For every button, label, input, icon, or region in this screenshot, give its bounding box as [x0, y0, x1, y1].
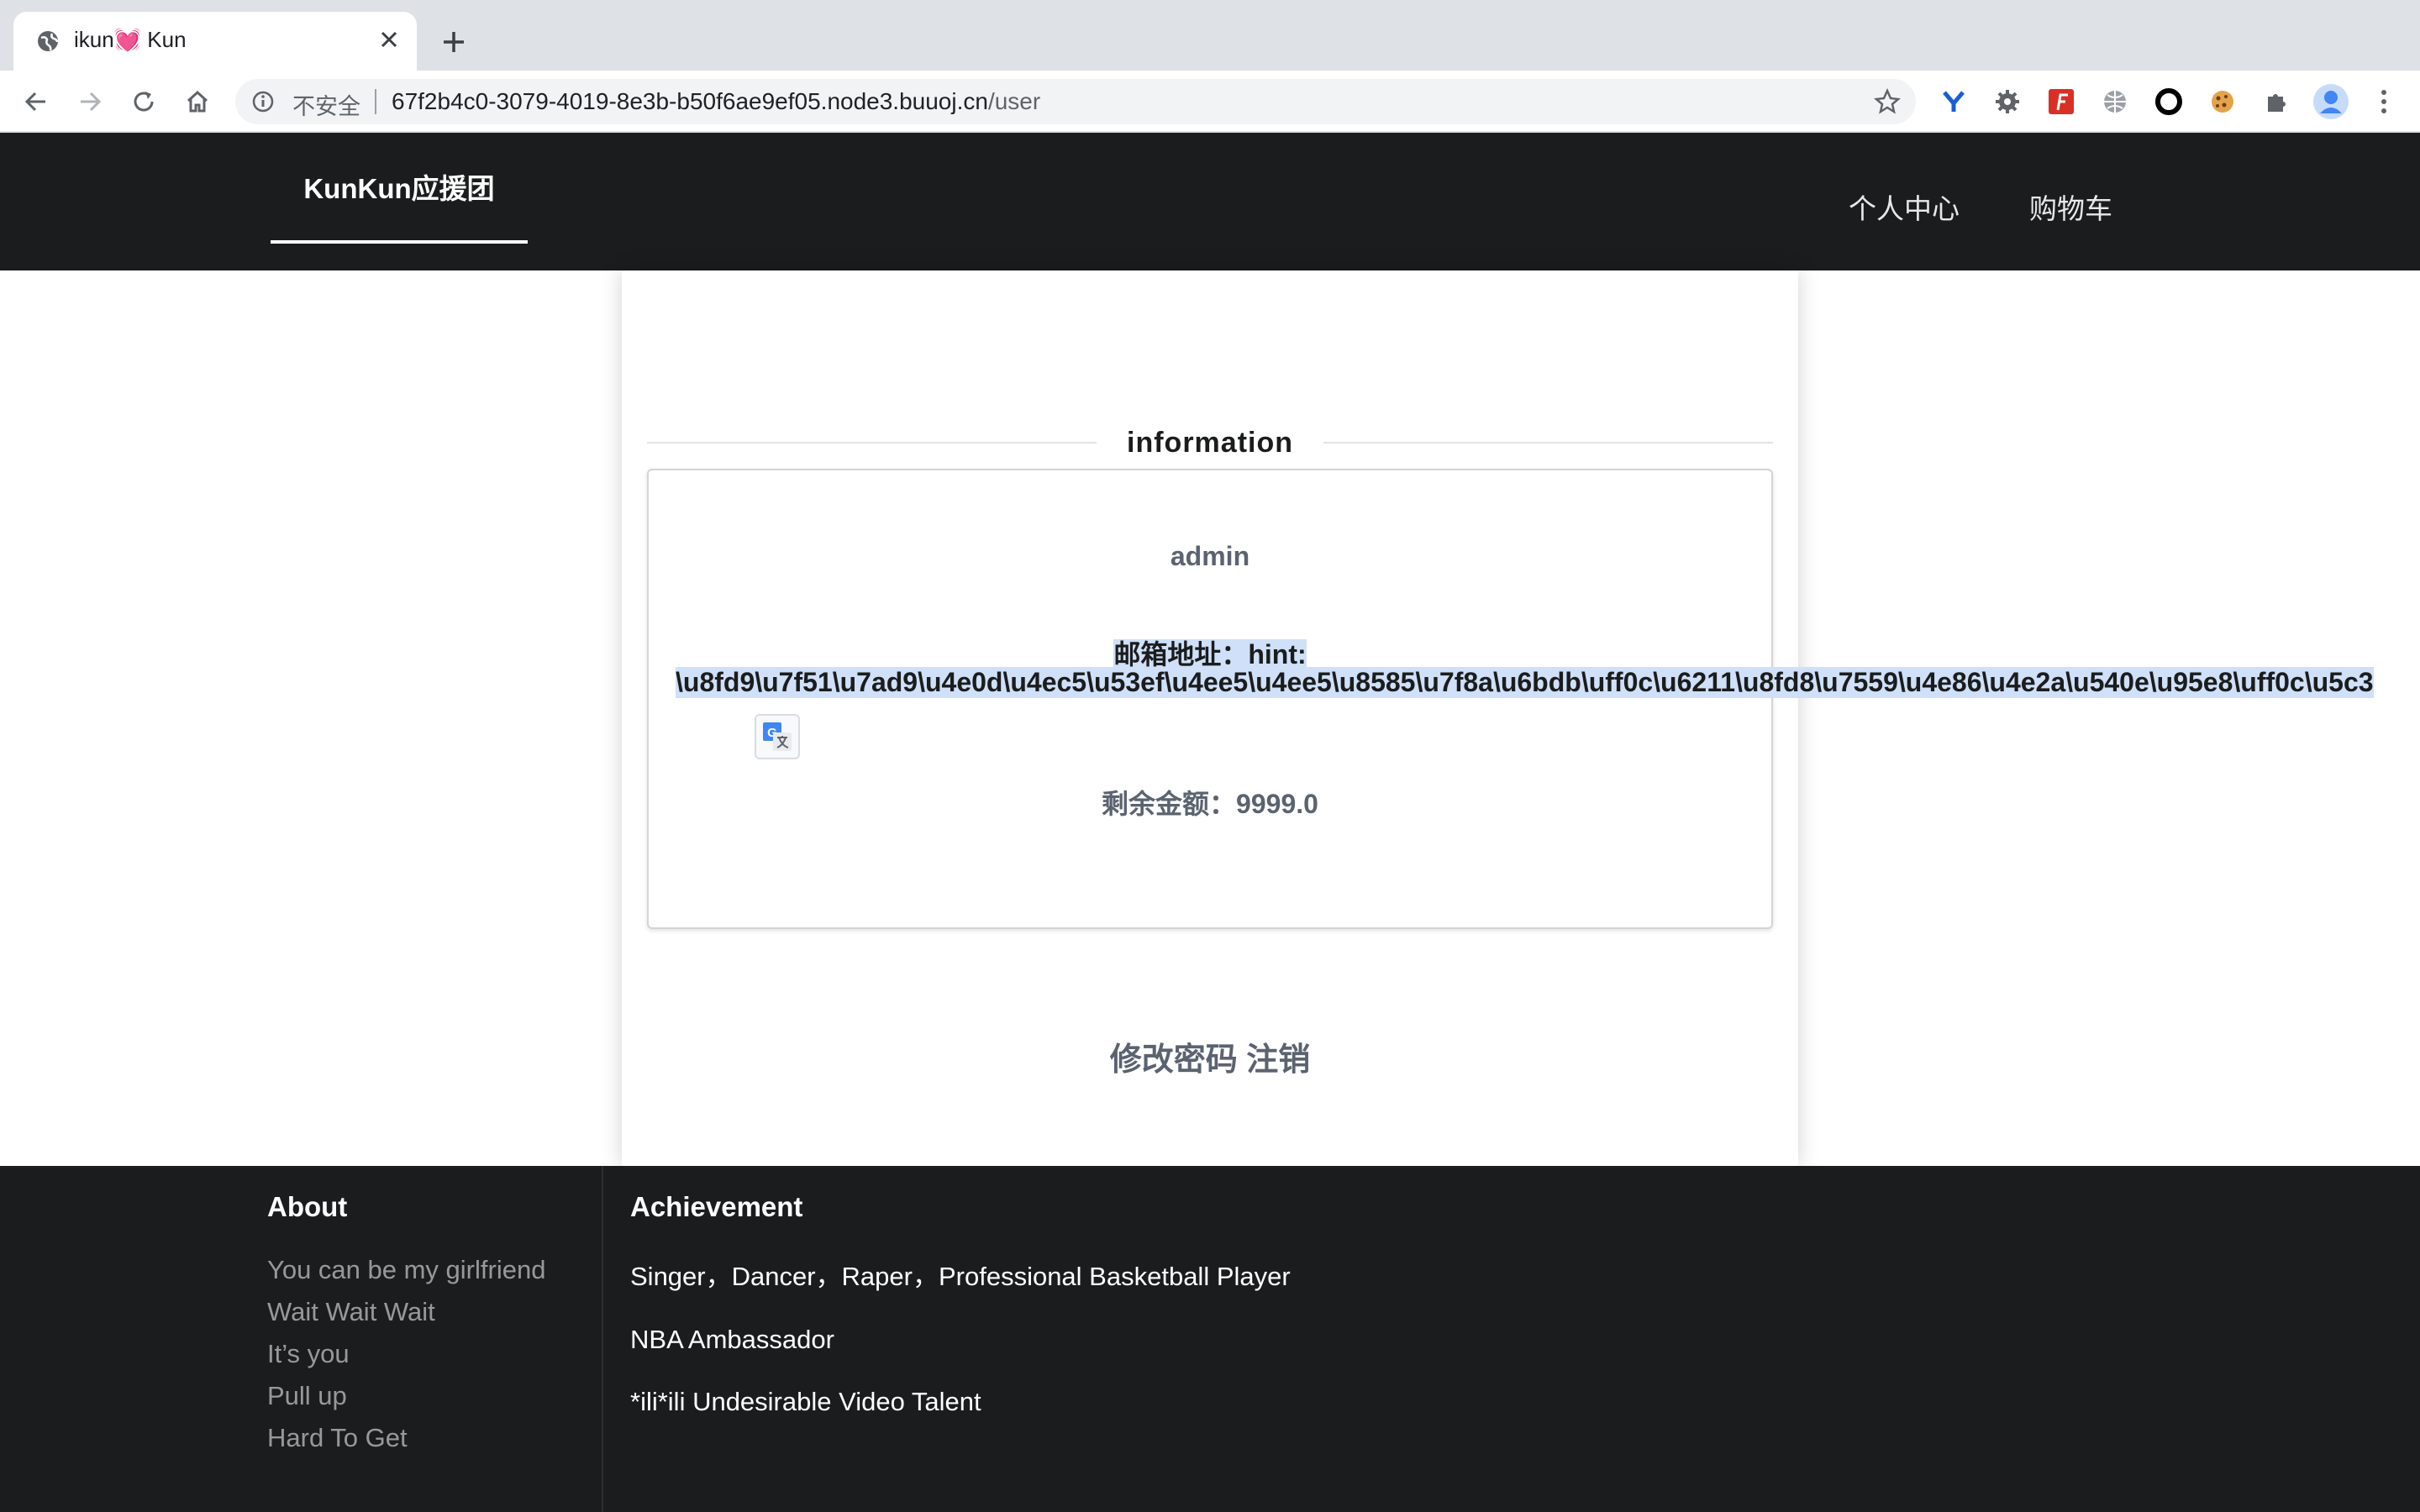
- translate-icon: G: [763, 722, 792, 751]
- browser-tab[interactable]: ikun💓 Kun: [13, 12, 417, 71]
- info-icon[interactable]: [250, 89, 276, 114]
- site-footer: About You can be my girlfriend Wait Wait…: [0, 1166, 2420, 1512]
- achievement-item: Singer，Dancer，Raper，Professional Basketb…: [630, 1262, 1291, 1291]
- hint-text: \u8fd9\u7f51\u7ad9\u4e0d\u4ec5\u53ef\u4e…: [676, 667, 2374, 698]
- home-button[interactable]: [180, 84, 215, 119]
- url-host: 67f2b4c0-3079-4019-8e3b-b50f6ae9ef05.nod…: [392, 88, 988, 114]
- footer-link[interactable]: Pull up: [267, 1381, 587, 1411]
- back-icon: [24, 92, 45, 112]
- achievement-item: *ili*ili Undesirable Video Talent: [630, 1387, 981, 1416]
- footer-achievement-title: Achievement: [630, 1191, 803, 1222]
- footer-about: About You can be my girlfriend Wait Wait…: [267, 1191, 587, 1465]
- extension-f-icon[interactable]: [2045, 86, 2077, 118]
- footer-about-title: About: [267, 1191, 348, 1222]
- forward-button[interactable]: [72, 84, 108, 119]
- star-icon[interactable]: [1874, 88, 1901, 115]
- footer-separator: [602, 1166, 603, 1512]
- footer-link[interactable]: Wait Wait Wait: [267, 1297, 587, 1327]
- balance: 剩余金额：9999.0: [1102, 789, 1318, 819]
- tab-title: ikun💓 Kun: [74, 27, 187, 52]
- change-password-link[interactable]: 修改密码: [1110, 1042, 1238, 1078]
- plus-icon: [444, 32, 464, 52]
- address-bar[interactable]: 不安全 67f2b4c0-3079-4019-8e3b-b50f6ae9ef05…: [235, 79, 1916, 124]
- nav-personal-center[interactable]: 个人中心: [1849, 186, 1960, 227]
- section-divider: information: [647, 417, 1774, 469]
- translate-button[interactable]: G: [755, 714, 800, 759]
- divider-line-right: [1323, 442, 1774, 444]
- forward-icon: [81, 92, 102, 112]
- menu-icon[interactable]: [2368, 86, 2400, 118]
- information-card: admin 邮箱地址：hint: \u8fd9\u7f51\u7ad9\u4e0…: [647, 469, 2374, 929]
- url-path: /user: [987, 88, 1041, 114]
- globe-icon: [38, 31, 59, 51]
- brand-link[interactable]: KunKun应援团: [271, 133, 528, 244]
- username: admin: [1170, 541, 1250, 571]
- footer-link[interactable]: It’s you: [267, 1339, 587, 1369]
- extension-gear-icon[interactable]: [1991, 86, 2023, 118]
- footer-link[interactable]: Hard To Get: [267, 1423, 587, 1453]
- insecure-label: 不安全: [292, 94, 360, 119]
- footer-link[interactable]: You can be my girlfriend: [267, 1255, 587, 1285]
- footer-achievement: Achievement Singer，Dancer，Raper，Professi…: [630, 1191, 1807, 1449]
- reload-button[interactable]: [126, 84, 161, 119]
- user-panel: information admin 邮箱地址：hint: \u8fd9\u7f5…: [622, 270, 2374, 1166]
- extension-globe-icon[interactable]: [2099, 86, 2131, 118]
- new-tab-button[interactable]: [435, 24, 472, 60]
- logout-link[interactable]: 注销: [1246, 1042, 1310, 1078]
- account-actions: 修改密码 注销: [622, 1033, 1798, 1079]
- extension-y-icon[interactable]: [1938, 86, 1970, 118]
- extension-ring-icon[interactable]: [2153, 86, 2185, 118]
- back-button[interactable]: [18, 84, 54, 119]
- nav-shopping-cart[interactable]: 购物车: [2029, 186, 2112, 227]
- puzzle-icon[interactable]: [2260, 86, 2292, 118]
- achievement-item: NBA Ambassador: [630, 1325, 834, 1354]
- url-text[interactable]: 67f2b4c0-3079-4019-8e3b-b50f6ae9ef05.nod…: [392, 88, 1040, 115]
- omnibox-separator: [375, 89, 376, 114]
- section-title: information: [1127, 426, 1293, 459]
- email-label-text: 邮箱地址：hint:: [1113, 639, 1307, 669]
- extension-cookie-icon[interactable]: [2207, 86, 2238, 118]
- reload-icon: [134, 92, 154, 112]
- browser-toolbar: 不安全 67f2b4c0-3079-4019-8e3b-b50f6ae9ef05…: [0, 71, 2420, 133]
- profile-icon[interactable]: [2312, 83, 2349, 120]
- home-icon: [187, 90, 208, 113]
- browser-tab-bar: ikun💓 Kun: [0, 0, 2420, 71]
- close-tab-icon[interactable]: [375, 25, 403, 54]
- site-header: KunKun应援团 个人中心 购物车: [0, 133, 2420, 270]
- divider-line-left: [647, 442, 1097, 444]
